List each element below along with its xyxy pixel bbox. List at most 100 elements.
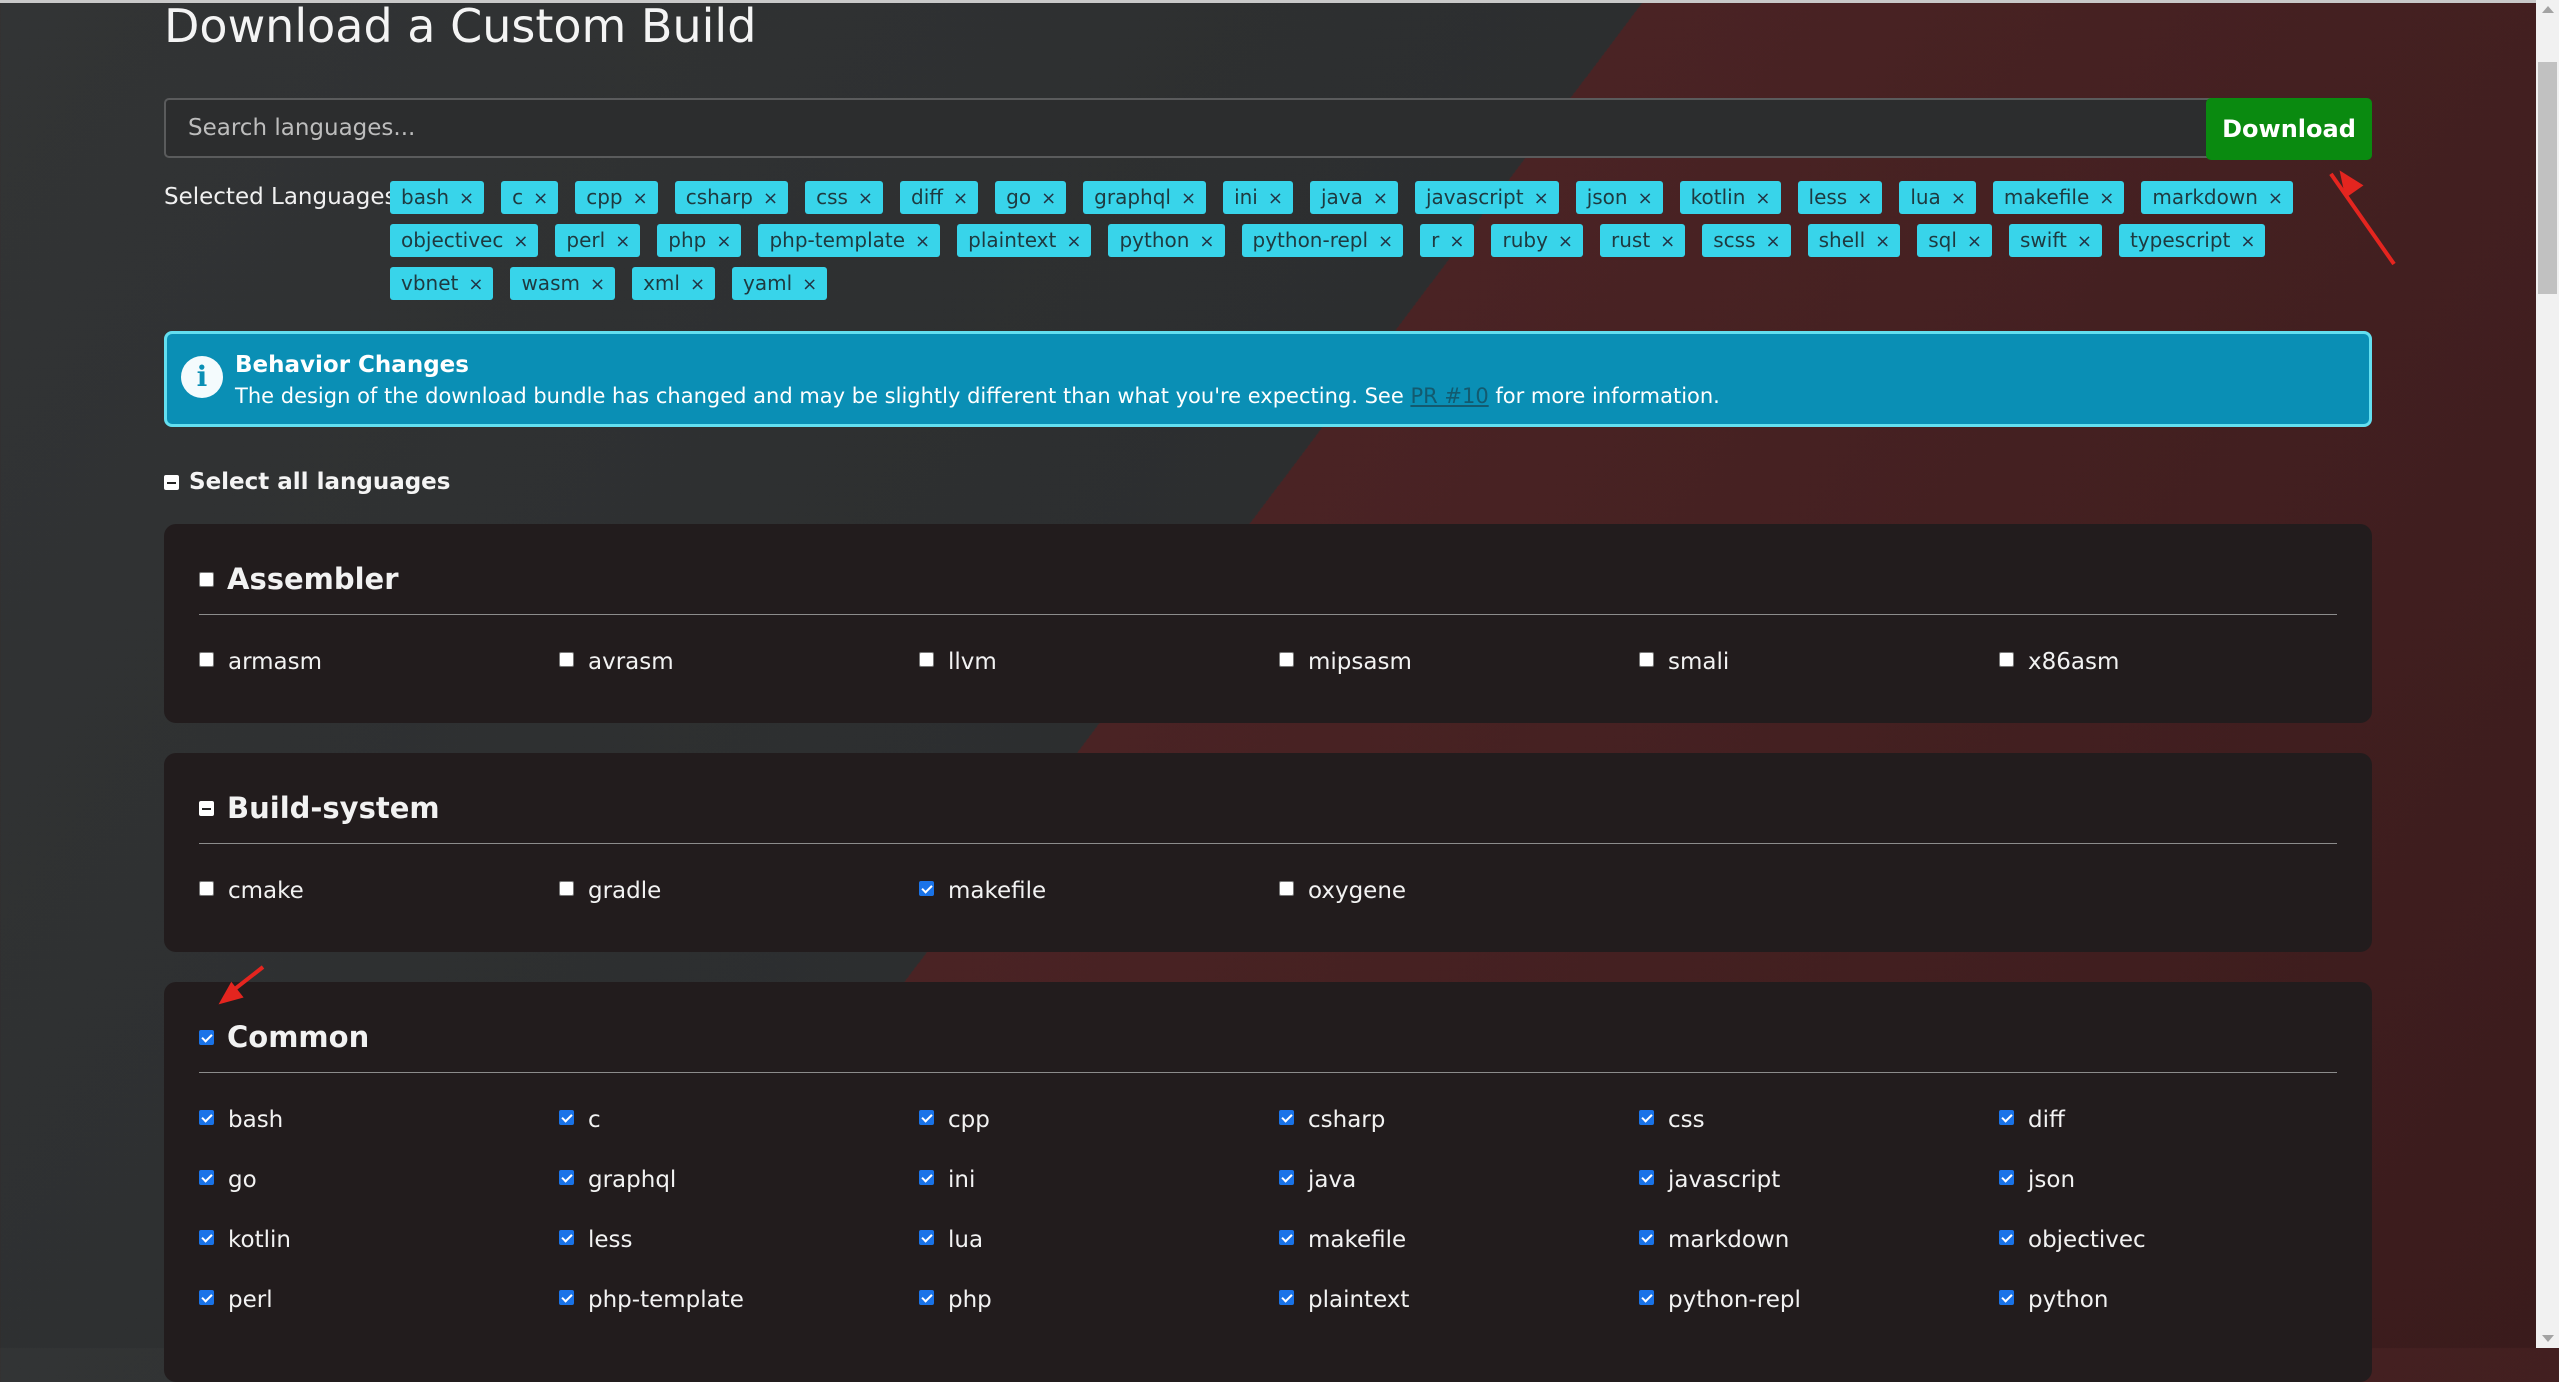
remove-chip-icon[interactable]: × [1041,188,1056,209]
category-header[interactable]: Build-system [199,791,440,825]
search-input[interactable] [164,98,2347,158]
remove-chip-icon[interactable]: × [716,231,731,252]
select-all-languages[interactable]: Select all languages [164,469,450,495]
selected-language-chip[interactable]: csharp × [674,181,789,214]
language-checkbox[interactable] [1639,1230,1654,1245]
language-checkbox[interactable] [199,652,214,667]
selected-language-chip[interactable]: ini × [1223,181,1293,214]
language-option[interactable]: mipsasm [1279,649,1412,675]
language-option[interactable]: c [559,1107,601,1133]
language-checkbox[interactable] [559,1110,574,1125]
selected-language-chip[interactable]: shell × [1807,224,1901,257]
selected-language-chip[interactable]: c × [501,181,559,214]
selected-language-chip[interactable]: kotlin × [1679,181,1781,214]
selected-language-chip[interactable]: graphql × [1083,181,1207,214]
language-checkbox[interactable] [1279,1110,1294,1125]
language-checkbox[interactable] [1279,652,1294,667]
language-option[interactable]: makefile [1279,1227,1406,1253]
selected-language-chip[interactable]: markdown × [2141,181,2293,214]
selected-language-chip[interactable]: rust × [1600,224,1686,257]
language-checkbox[interactable] [1999,1110,2014,1125]
category-checkbox[interactable] [199,801,214,816]
language-option[interactable]: gradle [559,878,661,904]
language-option[interactable]: javascript [1639,1167,1780,1193]
language-option[interactable]: cpp [919,1107,990,1133]
remove-chip-icon[interactable]: × [1967,231,1982,252]
selected-language-chip[interactable]: go × [995,181,1067,214]
selected-language-chip[interactable]: bash × [390,181,485,214]
remove-chip-icon[interactable]: × [1373,188,1388,209]
language-checkbox[interactable] [559,1290,574,1305]
remove-chip-icon[interactable]: × [468,274,483,295]
language-checkbox[interactable] [1279,1230,1294,1245]
remove-chip-icon[interactable]: × [633,188,648,209]
vertical-scrollbar[interactable] [2536,0,2559,1348]
remove-chip-icon[interactable]: × [1066,231,1081,252]
remove-chip-icon[interactable]: × [763,188,778,209]
remove-chip-icon[interactable]: × [1766,231,1781,252]
selected-language-chip[interactable]: xml × [632,267,716,300]
language-option[interactable]: php [919,1287,992,1313]
selected-language-chip[interactable]: css × [805,181,884,214]
selected-language-chip[interactable]: php × [657,224,742,257]
language-checkbox[interactable] [919,1110,934,1125]
language-checkbox[interactable] [559,881,574,896]
remove-chip-icon[interactable]: × [1755,188,1770,209]
language-option[interactable]: markdown [1639,1227,1789,1253]
language-option[interactable]: json [1999,1167,2075,1193]
selected-language-chip[interactable]: java × [1309,181,1398,214]
remove-chip-icon[interactable]: × [1181,188,1196,209]
remove-chip-icon[interactable]: × [2240,231,2255,252]
language-option[interactable]: makefile [919,878,1046,904]
remove-chip-icon[interactable]: × [459,188,474,209]
language-checkbox[interactable] [1639,652,1654,667]
remove-chip-icon[interactable]: × [2099,188,2114,209]
selected-language-chip[interactable]: python-repl × [1241,224,1404,257]
language-option[interactable]: oxygene [1279,878,1406,904]
language-checkbox[interactable] [1639,1290,1654,1305]
selected-language-chip[interactable]: javascript × [1414,181,1559,214]
selected-language-chip[interactable]: php-template × [758,224,941,257]
language-checkbox[interactable] [919,1290,934,1305]
language-option[interactable]: csharp [1279,1107,1385,1133]
category-checkbox[interactable] [199,1030,214,1045]
select-all-checkbox[interactable] [164,475,179,490]
language-checkbox[interactable] [199,1290,214,1305]
remove-chip-icon[interactable]: × [2077,231,2092,252]
remove-chip-icon[interactable]: × [1875,231,1890,252]
pr-link[interactable]: PR #10 [1410,384,1488,408]
remove-chip-icon[interactable]: × [513,231,528,252]
selected-language-chip[interactable]: r × [1420,224,1475,257]
selected-language-chip[interactable]: sql × [1917,224,1992,257]
language-checkbox[interactable] [559,1170,574,1185]
scroll-up-arrow-icon[interactable] [2542,6,2554,13]
remove-chip-icon[interactable]: × [1449,231,1464,252]
remove-chip-icon[interactable]: × [1534,188,1549,209]
selected-language-chip[interactable]: python × [1108,224,1225,257]
selected-language-chip[interactable]: makefile × [1992,181,2125,214]
remove-chip-icon[interactable]: × [1378,231,1393,252]
selected-language-chip[interactable]: less × [1797,181,1883,214]
language-option[interactable]: go [199,1167,257,1193]
selected-language-chip[interactable]: cpp × [575,181,658,214]
language-checkbox[interactable] [199,881,214,896]
remove-chip-icon[interactable]: × [1660,231,1675,252]
remove-chip-icon[interactable]: × [802,274,817,295]
remove-chip-icon[interactable]: × [953,188,968,209]
language-checkbox[interactable] [919,1170,934,1185]
language-checkbox[interactable] [1639,1170,1654,1185]
language-option[interactable]: bash [199,1107,283,1133]
selected-language-chip[interactable]: perl × [555,224,641,257]
language-option[interactable]: java [1279,1167,1356,1193]
remove-chip-icon[interactable]: × [533,188,548,209]
selected-language-chip[interactable]: plaintext × [957,224,1092,257]
remove-chip-icon[interactable]: × [1857,188,1872,209]
remove-chip-icon[interactable]: × [1199,231,1214,252]
language-checkbox[interactable] [1279,881,1294,896]
language-checkbox[interactable] [919,881,934,896]
language-checkbox[interactable] [199,1110,214,1125]
language-checkbox[interactable] [199,1170,214,1185]
language-checkbox[interactable] [919,652,934,667]
remove-chip-icon[interactable]: × [690,274,705,295]
language-option[interactable]: perl [199,1287,273,1313]
